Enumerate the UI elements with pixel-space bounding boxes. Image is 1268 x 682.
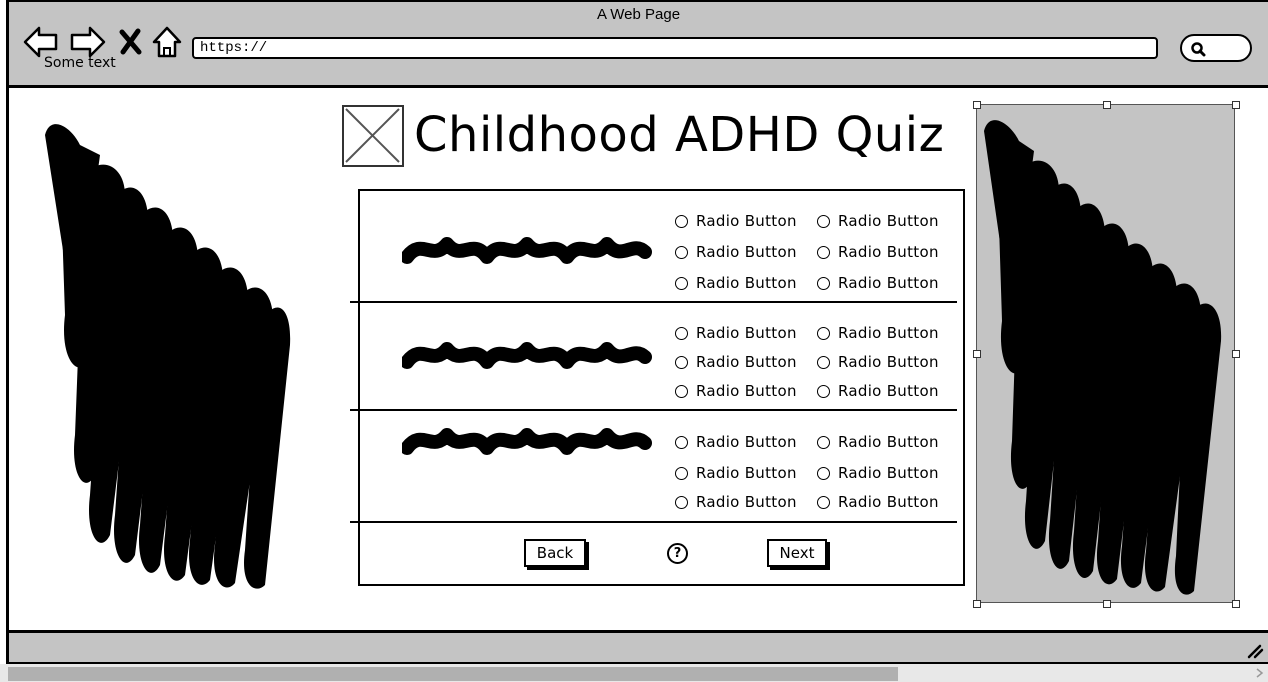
radio-circle[interactable] — [817, 435, 830, 449]
radio-option[interactable]: Radio Button — [675, 464, 797, 482]
scribble-image-right[interactable] — [976, 104, 1235, 603]
search-field[interactable] — [1180, 34, 1252, 62]
radio-circle[interactable] — [675, 355, 688, 369]
resize-handle[interactable] — [1232, 101, 1240, 109]
radio-label: Radio Button — [696, 324, 797, 342]
page-title: Childhood ADHD Quiz — [414, 107, 945, 163]
url-bar[interactable]: https:// — [192, 37, 1158, 59]
radio-circle[interactable] — [675, 326, 688, 340]
question-divider — [350, 409, 957, 411]
radio-circle[interactable] — [817, 276, 830, 290]
radio-label: Radio Button — [696, 243, 797, 261]
radio-circle[interactable] — [817, 326, 830, 340]
question-divider — [350, 301, 957, 303]
radio-label: Radio Button — [838, 243, 939, 261]
resize-handle[interactable] — [1103, 600, 1111, 608]
radio-circle[interactable] — [817, 245, 830, 259]
scribble-image-right-graphic — [984, 120, 1222, 595]
radio-label: Radio Button — [838, 324, 939, 342]
browser-window: A Web Page Some text https:// Childhood … — [0, 0, 1268, 682]
radio-option[interactable]: Radio Button — [817, 382, 939, 400]
image-placeholder-icon — [342, 105, 404, 167]
radio-label: Radio Button — [838, 382, 939, 400]
question-text-scribble — [402, 428, 652, 455]
radio-label: Radio Button — [838, 464, 939, 482]
radio-label: Radio Button — [838, 274, 939, 292]
radio-option[interactable]: Radio Button — [675, 274, 797, 292]
back-button[interactable]: Back — [524, 539, 586, 567]
radio-label: Radio Button — [696, 493, 797, 511]
resize-grip-icon[interactable] — [1246, 643, 1264, 659]
help-icon[interactable]: ? — [667, 543, 688, 564]
radio-label: Radio Button — [696, 433, 797, 451]
radio-option[interactable]: Radio Button — [675, 493, 797, 511]
search-icon — [1191, 42, 1206, 57]
status-bar — [6, 630, 1268, 664]
radio-circle[interactable] — [675, 245, 688, 259]
radio-label: Radio Button — [838, 353, 939, 371]
resize-handle[interactable] — [973, 101, 981, 109]
radio-option[interactable]: Radio Button — [817, 274, 939, 292]
window-title: A Web Page — [596, 6, 681, 23]
radio-option[interactable]: Radio Button — [675, 212, 797, 230]
radio-label: Radio Button — [696, 353, 797, 371]
radio-option[interactable]: Radio Button — [817, 212, 939, 230]
resize-handle[interactable] — [973, 600, 981, 608]
question-text-scribble — [402, 342, 652, 369]
radio-label: Radio Button — [696, 382, 797, 400]
close-icon[interactable] — [118, 28, 144, 56]
radio-label: Radio Button — [838, 433, 939, 451]
radio-circle[interactable] — [817, 495, 830, 509]
resize-handle[interactable] — [1232, 600, 1240, 608]
radio-option[interactable]: Radio Button — [817, 243, 939, 261]
radio-label: Radio Button — [838, 493, 939, 511]
radio-option[interactable]: Radio Button — [817, 353, 939, 371]
nav-caption: Some text — [44, 55, 116, 71]
radio-option[interactable]: Radio Button — [675, 382, 797, 400]
radio-option[interactable]: Radio Button — [675, 353, 797, 371]
question-text-scribble — [402, 237, 652, 264]
radio-option[interactable]: Radio Button — [675, 243, 797, 261]
radio-circle[interactable] — [817, 384, 830, 398]
radio-circle[interactable] — [675, 214, 688, 228]
radio-circle[interactable] — [817, 466, 830, 480]
resize-handle[interactable] — [973, 350, 981, 358]
question-divider — [350, 521, 957, 523]
radio-label: Radio Button — [696, 212, 797, 230]
radio-option[interactable]: Radio Button — [817, 324, 939, 342]
radio-label: Radio Button — [696, 464, 797, 482]
radio-label: Radio Button — [838, 212, 939, 230]
radio-circle[interactable] — [675, 435, 688, 449]
radio-label: Radio Button — [696, 274, 797, 292]
resize-handle[interactable] — [1232, 350, 1240, 358]
home-icon[interactable] — [150, 24, 184, 62]
radio-option[interactable]: Radio Button — [817, 493, 939, 511]
radio-option[interactable]: Radio Button — [675, 324, 797, 342]
chevron-right-icon[interactable] — [1256, 668, 1264, 678]
radio-option[interactable]: Radio Button — [675, 433, 797, 451]
radio-circle[interactable] — [675, 466, 688, 480]
radio-option[interactable]: Radio Button — [817, 433, 939, 451]
resize-handle[interactable] — [1103, 101, 1111, 109]
radio-circle[interactable] — [675, 495, 688, 509]
horizontal-scrollbar[interactable] — [0, 664, 1268, 682]
radio-circle[interactable] — [817, 355, 830, 369]
scrollbar-thumb[interactable] — [8, 667, 898, 681]
radio-circle[interactable] — [675, 384, 688, 398]
scribble-image-left — [45, 124, 291, 589]
radio-circle[interactable] — [675, 276, 688, 290]
radio-circle[interactable] — [817, 214, 830, 228]
radio-option[interactable]: Radio Button — [817, 464, 939, 482]
next-button[interactable]: Next — [767, 539, 827, 567]
